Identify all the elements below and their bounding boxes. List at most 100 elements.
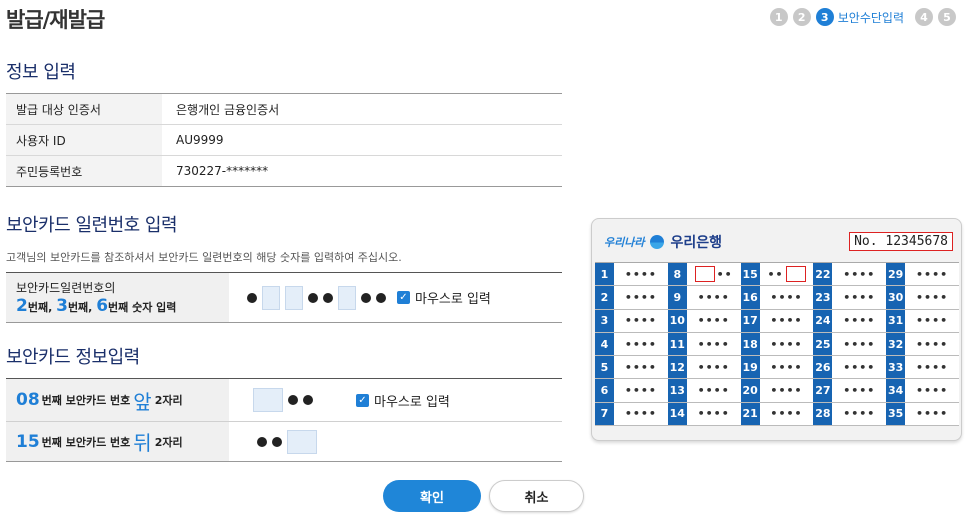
info-label: 주민등록번호: [6, 156, 162, 186]
card-cell-number: 17: [740, 309, 760, 332]
card-cell: 1 ••••: [595, 263, 668, 287]
card-cell-number: 7: [595, 402, 614, 426]
card-cell: 12 ••••: [667, 356, 741, 380]
page-title: 발급/재발급: [6, 8, 105, 32]
masked-digit: [303, 395, 313, 405]
serial-digit-3: 6: [96, 296, 109, 316]
card-cell-number: 31: [886, 309, 906, 332]
info-row-user-id: 사용자 ID AU9999: [6, 125, 562, 156]
security-card: 우리나라 우리은행 No. 12345678 1 •••• 8 •• 15 •• 22 •••…: [591, 218, 962, 441]
card-cell: 26 ••••: [813, 356, 887, 380]
card-front-input[interactable]: [253, 388, 283, 412]
card-cell-number: 28: [813, 402, 833, 426]
cardinfo-inputs-back: [229, 422, 317, 461]
card-cell-number: 10: [667, 309, 687, 332]
card-cell: 30 ••••: [886, 286, 959, 310]
card-cell-number: 8: [667, 263, 687, 286]
mouse-input-checkbox[interactable]: ✓: [356, 393, 369, 407]
card-cell-number: 5: [595, 356, 614, 379]
card-cell: 10 ••••: [667, 309, 741, 333]
serial-suffix-2: 번째,: [67, 301, 93, 314]
step-2: 2: [792, 8, 811, 26]
card-cell-number: 20: [740, 379, 760, 402]
step-5: 5: [938, 8, 956, 26]
card-cell-number: 1: [595, 263, 614, 286]
card-cell-number: 25: [813, 332, 833, 356]
serial-suffix-1: 번째,: [27, 301, 53, 314]
masked-digit: [323, 292, 333, 303]
card-cell: 33 ••••: [886, 356, 959, 380]
card-cell-value: ••••: [697, 337, 730, 351]
card-cell-value: ••••: [770, 407, 803, 421]
serial-section-title: 보안카드 일련번호 입력: [6, 215, 178, 236]
cardinfo-row-front: 08 번째 보안카드 번호 앞 2자리 ✓ 마우스로 입력: [6, 379, 562, 422]
card-cell: 32 ••••: [886, 332, 959, 357]
serial-digit-6-input[interactable]: [338, 285, 356, 310]
card-cell-number: 19: [740, 356, 760, 379]
masked-digit: [272, 436, 282, 447]
mouse-input-label: 마우스로 입력: [415, 292, 491, 307]
card-cell-number: 35: [886, 402, 906, 426]
cardinfo-label-back: 15 번째 보안카드 번호 뒤 2자리: [6, 422, 229, 461]
brand-name: 우리은행: [670, 235, 723, 251]
card-cell-value: ••••: [916, 384, 949, 398]
masked-digit: [376, 292, 386, 303]
card-cell-number: 26: [813, 356, 833, 379]
card-cell-number: 16: [740, 286, 760, 309]
card-cell-value: ••••: [697, 290, 730, 304]
card-cell-number: 14: [667, 402, 687, 426]
card-cell: 5 ••••: [595, 356, 668, 380]
card-cell-number: 11: [667, 332, 687, 356]
step-1: 1: [769, 8, 788, 26]
serial-digit-2: 3: [56, 296, 68, 316]
highlight-box: [694, 266, 715, 283]
card-index-number: 15: [16, 431, 40, 452]
card-position: 앞: [133, 389, 152, 414]
card-cell-number: 27: [813, 379, 833, 402]
card-cell-value: ••••: [843, 314, 876, 328]
card-cell-number: 6: [595, 379, 614, 402]
card-cell: 29 ••••: [886, 263, 959, 287]
card-cell-value: ••••: [916, 360, 949, 374]
cardinfo-label-front: 08 번째 보안카드 번호 앞 2자리: [6, 379, 229, 421]
card-cell-number: 32: [886, 332, 906, 356]
card-serial-number: No. 12345678: [849, 232, 953, 251]
serial-suffix-3: 번째 숫자 입력: [108, 301, 177, 314]
cardinfo-section-title: 보안카드 정보입력: [6, 347, 140, 368]
card-cell-value: ••••: [916, 290, 949, 304]
card-cell: 4 ••••: [595, 332, 668, 357]
serial-label-line1: 보안카드일련번호의: [16, 281, 116, 295]
card-cell-value: ••••: [843, 337, 876, 351]
card-cell-number: 33: [886, 356, 906, 379]
card-label-suffix: 2자리: [154, 394, 183, 407]
serial-description: 고객님의 보안카드를 참조하셔서 보안카드 일련번호의 해당 숫자를 입력하여 …: [6, 251, 402, 264]
card-cell-number: 24: [813, 309, 833, 332]
card-cell-value: ••••: [916, 407, 949, 421]
security-card-grid: 1 •••• 8 •• 15 •• 22 •••• 29 •••• 2 •••• 9 •••• 16 ••••…: [595, 262, 959, 427]
card-cell-number: 2: [595, 286, 614, 309]
card-cell-value: ••••: [843, 384, 876, 398]
card-cell: 27 ••••: [813, 379, 887, 403]
masked-digit: [257, 436, 267, 447]
serial-digit-2-input[interactable]: [262, 285, 280, 310]
card-cell-number: 9: [667, 286, 687, 309]
card-cell: 6 ••••: [595, 379, 668, 403]
card-cell-number: 29: [886, 263, 906, 286]
card-cell: 25 ••••: [813, 332, 887, 357]
card-cell: 20 ••••: [740, 379, 814, 403]
card-cell-number: 13: [667, 379, 687, 402]
serial-digit-3-input[interactable]: [285, 285, 303, 310]
card-index-number: 08: [16, 390, 40, 410]
card-cell: 24 ••••: [813, 309, 887, 333]
confirm-button[interactable]: 확인: [383, 480, 481, 512]
card-cell-number: 34: [886, 379, 906, 402]
card-cell-number: 23: [813, 286, 833, 309]
card-cell-value: ••: [760, 266, 814, 283]
card-cell-number: 21: [740, 402, 760, 426]
mouse-input-checkbox[interactable]: ✓: [397, 291, 410, 304]
masked-digit: [288, 395, 298, 405]
info-value: 은행개인 금융인증서: [176, 102, 280, 117]
card-cell: 18 ••••: [740, 332, 814, 357]
cancel-button[interactable]: 취소: [489, 480, 584, 512]
card-back-input[interactable]: [287, 429, 317, 454]
